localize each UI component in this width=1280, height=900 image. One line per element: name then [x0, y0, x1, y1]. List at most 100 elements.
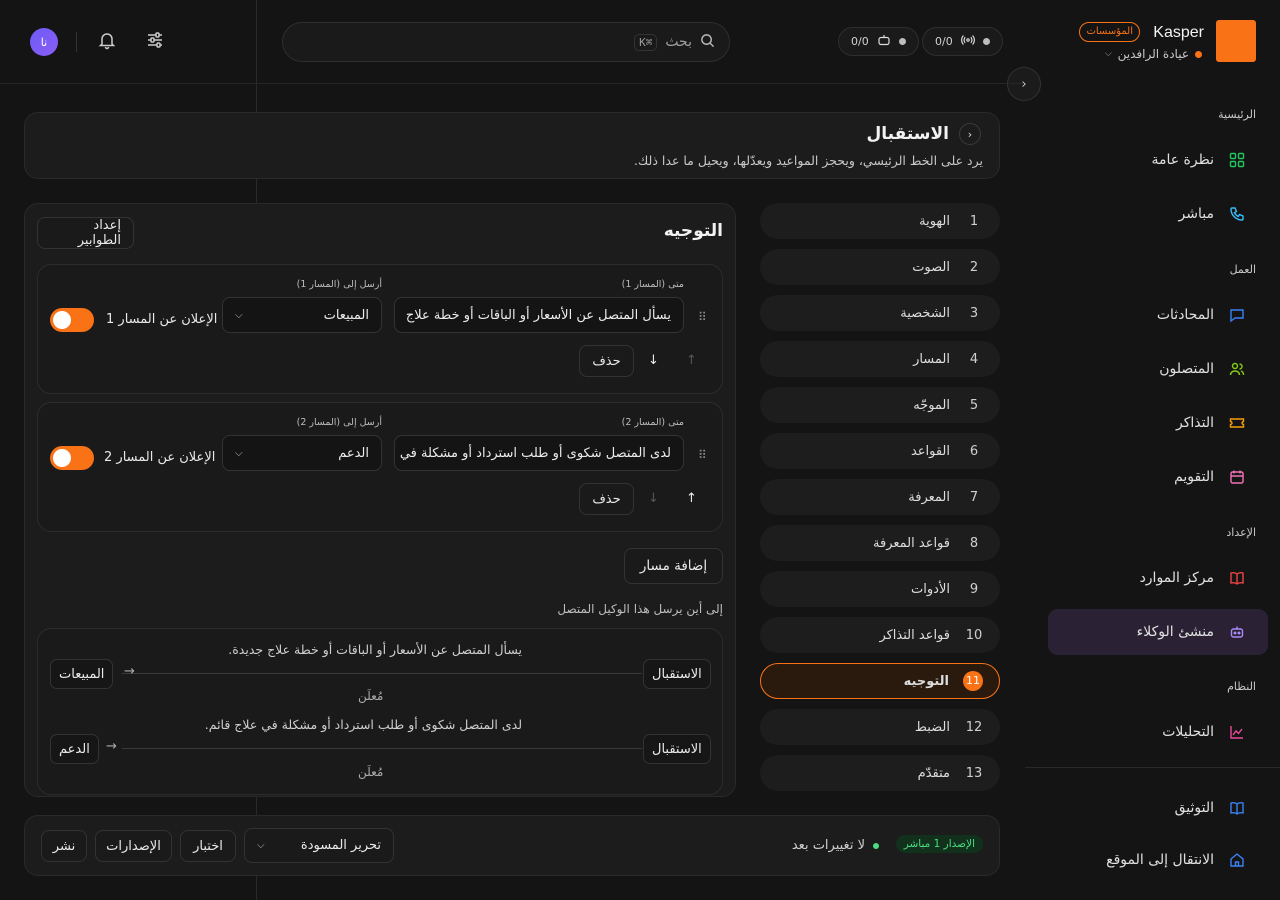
page-description: يرد على الخط الرئيسي، ويحجز المواعيد ويع…	[634, 153, 983, 168]
route-send-label: أرسل إلى (المسار 2)	[296, 417, 382, 428]
delete-route-button[interactable]: حذف	[579, 345, 634, 377]
queues-setup-button[interactable]: إعداد الطوابير	[37, 217, 134, 249]
step-item[interactable]: 10 قواعد التذاكر	[760, 617, 1000, 653]
topbar-divider	[0, 83, 1024, 84]
back-button[interactable]: ‹	[959, 123, 981, 145]
sliders-icon	[145, 30, 165, 54]
step-label: الشخصية	[900, 305, 950, 321]
section-label-main: الرئيسية	[1218, 108, 1256, 121]
search-input[interactable]: بحث	[665, 34, 692, 50]
move-down-icon[interactable]: ↓	[648, 491, 659, 506]
move-up-icon[interactable]: ↑	[686, 353, 697, 368]
step-number: 3	[969, 305, 979, 321]
step-label: المعرفة	[908, 489, 950, 505]
chevron-left-icon: ‹	[1021, 76, 1027, 92]
status-dot	[898, 38, 906, 45]
home-icon	[1228, 851, 1246, 869]
step-label: الهوية	[919, 213, 950, 229]
chevron-down-icon: ⌵	[257, 840, 265, 851]
announce-toggle[interactable]	[50, 446, 94, 470]
add-route-button[interactable]: إضافة مسار	[624, 548, 723, 584]
search-shortcut: ⌘K	[634, 33, 658, 51]
test-button[interactable]: اختبار	[180, 830, 236, 862]
notifications-button[interactable]	[95, 30, 119, 54]
route-target-select[interactable]: الدعم ⌵	[222, 435, 382, 471]
step-item[interactable]: 11 التوجيه	[760, 663, 1000, 699]
draft-mode-value: تحرير المسودة	[300, 838, 381, 853]
map-status: مُعلَن	[358, 689, 384, 703]
header-title-row: ‹ الاستقبال	[867, 123, 981, 145]
route-target-select[interactable]: المبيعات ⌵	[222, 297, 382, 333]
publish-button[interactable]: نشر	[41, 830, 87, 862]
collapse-sidebar-button[interactable]: ‹	[1007, 67, 1041, 101]
step-item[interactable]: 13 متقدّم	[760, 755, 1000, 791]
agents-counter-pill[interactable]: 0/0	[838, 27, 919, 56]
sidebar-item-label: التقويم	[1174, 469, 1214, 485]
step-item[interactable]: 5 الموجّه	[760, 387, 1000, 423]
move-down-icon[interactable]: ↓	[648, 353, 659, 368]
delete-route-button[interactable]: حذف	[579, 483, 634, 515]
drag-handle-icon[interactable]: ⠿	[698, 448, 707, 462]
drag-handle-icon[interactable]: ⠿	[698, 310, 707, 324]
sidebar-item-label: التحليلات	[1162, 724, 1214, 740]
chat-icon	[1228, 306, 1246, 324]
chevron-down-icon: ⌵	[235, 447, 243, 459]
map-status: مُعلَن	[358, 765, 384, 779]
sidebar-item-docs[interactable]: التوثيق	[1048, 785, 1268, 831]
versions-button[interactable]: الإصدارات	[95, 830, 172, 862]
step-item[interactable]: 3 الشخصية	[760, 295, 1000, 331]
book-icon	[1228, 569, 1246, 587]
agents-count: 0/0	[851, 35, 869, 48]
step-item[interactable]: 6 القواعد	[760, 433, 1000, 469]
sidebar-item-overview[interactable]: نظرة عامة	[1048, 137, 1268, 183]
move-up-icon[interactable]: ↑	[686, 491, 697, 506]
page-title: الاستقبال	[866, 124, 949, 144]
workspace-name: عيادة الرافدين	[1117, 47, 1189, 61]
sidebar-item-tickets[interactable]: التذاكر	[1048, 400, 1268, 446]
section-label-system: النظام	[1227, 680, 1256, 693]
sidebar-item-live[interactable]: مباشر	[1048, 191, 1268, 237]
agent-header-card: ‹ الاستقبال يرد على الخط الرئيسي، ويحجز …	[24, 112, 1000, 179]
chevron-down-icon: ⌵	[1104, 49, 1112, 59]
calls-count: 0/0	[935, 35, 953, 48]
step-item[interactable]: 4 المسار	[760, 341, 1000, 377]
sidebar-item-callers[interactable]: المتصلون	[1048, 346, 1268, 392]
status-dot	[873, 843, 879, 849]
sidebar-item-calendar[interactable]: التقويم	[1048, 454, 1268, 500]
routing-title: التوجيه	[663, 221, 723, 241]
bot-icon	[1228, 623, 1246, 641]
chart-icon	[1228, 723, 1246, 741]
map-connector	[122, 673, 642, 674]
draft-mode-select[interactable]: تحرير المسودة ⌵	[244, 828, 394, 863]
route-when-label: متى (المسار 2)	[621, 417, 684, 428]
search-bar[interactable]: بحث ⌘K	[282, 22, 730, 62]
avatar[interactable]: نا	[30, 28, 58, 56]
announce-toggle[interactable]	[50, 308, 94, 332]
step-label: الأدوات	[911, 581, 950, 597]
step-item[interactable]: 12 الضبط	[760, 709, 1000, 745]
sidebar-item-conversations[interactable]: المحادثات	[1048, 292, 1268, 338]
topbar-separator	[76, 32, 77, 52]
step-item[interactable]: 7 المعرفة	[760, 479, 1000, 515]
sidebar-item-resources[interactable]: مركز الموارد	[1048, 555, 1268, 601]
filters-button[interactable]	[143, 30, 167, 54]
calls-counter-pill[interactable]: 0/0	[922, 27, 1003, 56]
route-condition-input[interactable]: لدى المتصل شكوى أو طلب استرداد أو مشكلة …	[394, 435, 684, 471]
step-item[interactable]: 2 الصوت	[760, 249, 1000, 285]
calendar-icon	[1228, 468, 1246, 486]
step-label: متقدّم	[917, 765, 950, 781]
step-item[interactable]: 1 الهوية	[760, 203, 1000, 239]
step-item[interactable]: 9 الأدوات	[760, 571, 1000, 607]
section-label-setup: الإعداد	[1226, 526, 1256, 539]
sidebar-item-agent-builder[interactable]: منشئ الوكلاء	[1048, 609, 1268, 655]
step-item[interactable]: 8 قواعد المعرفة	[760, 525, 1000, 561]
sidebar-item-analytics[interactable]: التحليلات	[1048, 709, 1268, 755]
arrow-right-icon: →	[106, 739, 117, 754]
workspace-switcher[interactable]: عيادة الرافدين ⌵	[1105, 47, 1202, 61]
brand-logo	[1216, 20, 1256, 62]
chevron-down-icon: ⌵	[235, 309, 243, 321]
ticket-icon	[1228, 414, 1246, 432]
route-condition-input[interactable]: يسأل المتصل عن الأسعار أو الباقات أو خطة…	[394, 297, 684, 333]
step-label: قواعد التذاكر	[879, 627, 950, 643]
sidebar-item-go-to-site[interactable]: الانتقال إلى الموقع	[1048, 837, 1268, 883]
